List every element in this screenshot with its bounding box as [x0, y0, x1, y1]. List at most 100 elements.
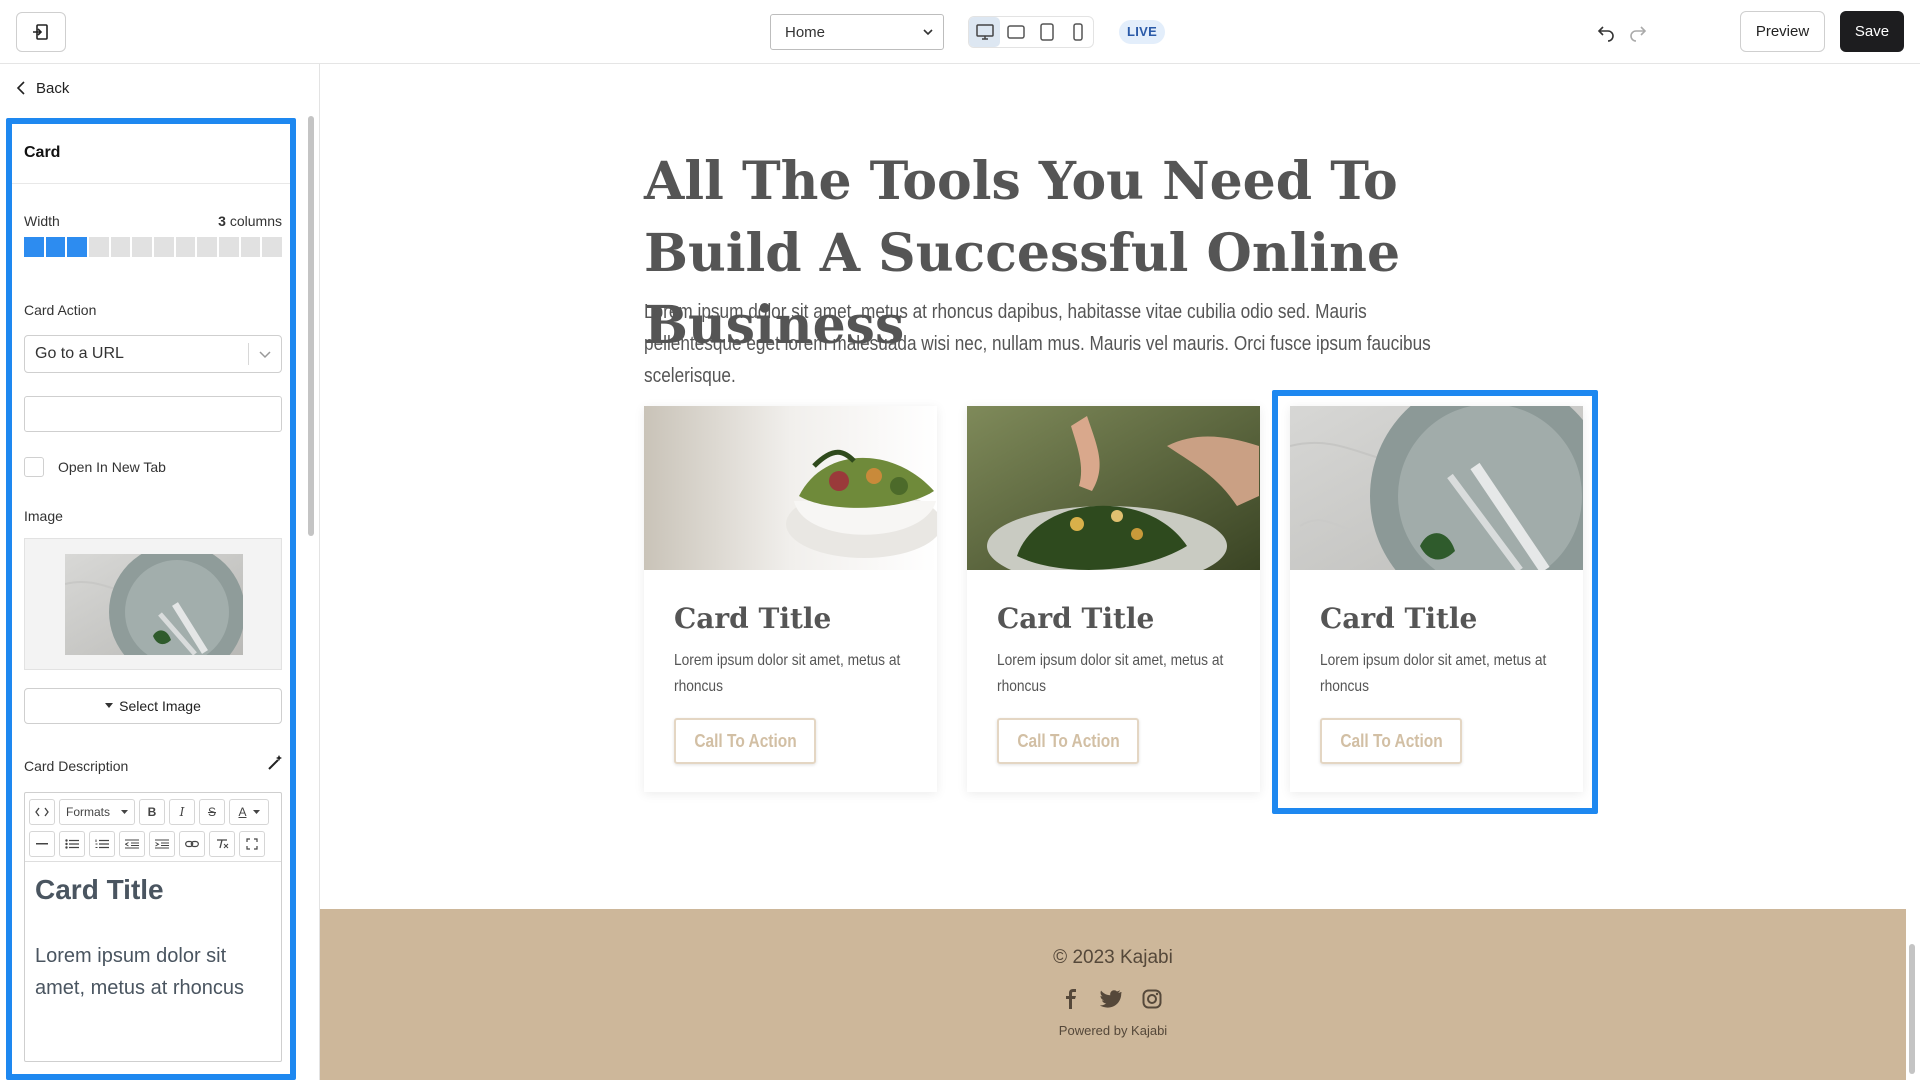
mobile-view-button[interactable]	[1062, 17, 1093, 47]
canvas-scrollbar[interactable]	[1906, 64, 1920, 1080]
italic-icon: I	[179, 805, 185, 819]
image-label: Image	[24, 508, 63, 524]
hero-subtitle[interactable]: Lorem ipsum dolor sit amet, metus at rho…	[644, 296, 1452, 392]
fullscreen-icon	[246, 838, 258, 850]
settings-sidebar: Back Card Width 3 columns Card Action Go…	[0, 64, 320, 1080]
top-bar: Home LIVE Preview Save	[0, 0, 1920, 64]
tablet-landscape-view-button[interactable]	[1000, 17, 1031, 47]
bullet-list-button[interactable]	[59, 831, 85, 857]
clear-formatting-icon	[217, 839, 229, 849]
card-cta-label: Call To Action	[693, 730, 797, 751]
text-color-button[interactable]: A	[229, 799, 269, 825]
width-column-cell[interactable]	[262, 237, 283, 257]
caret-down-icon	[121, 809, 128, 814]
fullscreen-button[interactable]	[239, 831, 265, 857]
preview-button[interactable]: Preview	[1740, 11, 1825, 52]
canvas-scrollbar-thumb[interactable]	[1909, 944, 1915, 1074]
footer-powered-by[interactable]: Powered by Kajabi	[320, 1023, 1906, 1038]
width-column-cell[interactable]	[219, 237, 239, 257]
source-code-button[interactable]	[29, 799, 55, 825]
page-select[interactable]: Home	[770, 14, 944, 50]
width-column-cell[interactable]	[89, 237, 109, 257]
device-switcher	[968, 16, 1094, 48]
open-in-new-tab-checkbox[interactable]	[24, 457, 44, 477]
redo-icon	[1630, 26, 1647, 42]
twitter-icon[interactable]	[1100, 989, 1122, 1009]
bold-button[interactable]: B	[139, 799, 165, 825]
desktop-view-button[interactable]	[969, 17, 1000, 47]
page-preview-canvas: All The Tools You Need To Build A Succes…	[320, 64, 1906, 1080]
width-column-cell[interactable]	[67, 237, 88, 257]
card-description-label: Card Description	[24, 758, 129, 774]
url-input[interactable]	[24, 396, 282, 432]
width-value-number: 3	[218, 213, 226, 229]
desktop-icon	[975, 24, 994, 40]
width-column-cell[interactable]	[24, 237, 44, 257]
code-icon	[35, 807, 49, 817]
tablet-landscape-icon	[1006, 25, 1025, 39]
tablet-portrait-view-button[interactable]	[1031, 17, 1062, 47]
text-color-icon: A	[238, 805, 247, 819]
link-button[interactable]	[179, 831, 205, 857]
formats-label: Formats	[66, 805, 111, 819]
caret-down-icon	[105, 703, 114, 708]
width-label: Width	[24, 213, 60, 229]
exit-icon	[33, 24, 48, 40]
card-cta-button[interactable]: Call To Action	[674, 718, 816, 764]
editor-toolbar-row-2	[29, 831, 265, 857]
width-column-cell[interactable]	[154, 237, 174, 257]
exit-editor-button[interactable]	[16, 12, 66, 52]
width-value: 3 columns	[218, 213, 282, 229]
image-thumbnail	[65, 554, 243, 655]
chevron-left-icon	[16, 81, 25, 95]
facebook-icon[interactable]	[1062, 989, 1080, 1009]
panel-title: Card	[12, 124, 290, 184]
undo-button[interactable]	[1596, 22, 1616, 42]
redo-button[interactable]	[1628, 22, 1648, 42]
clear-formatting-button[interactable]	[209, 831, 235, 857]
selected-card-outline	[1272, 390, 1598, 814]
width-column-cell[interactable]	[175, 237, 196, 257]
mobile-icon	[1072, 23, 1083, 41]
strikethrough-icon: S	[207, 805, 216, 819]
editor-content[interactable]: Card Title Lorem ipsum dolor sit amet, m…	[25, 861, 281, 1061]
save-button[interactable]: Save	[1840, 11, 1904, 52]
link-icon	[185, 840, 199, 848]
instagram-icon[interactable]	[1142, 989, 1162, 1009]
card-action-select[interactable]: Go to a URL	[24, 335, 282, 373]
italic-button[interactable]: I	[169, 799, 195, 825]
width-column-cell[interactable]	[197, 237, 218, 257]
formats-dropdown[interactable]: Formats	[59, 799, 135, 825]
card-image-salad	[644, 406, 937, 570]
card-cta-label: Call To Action	[1016, 730, 1120, 751]
live-status-badge: LIVE	[1119, 20, 1166, 44]
width-column-cell[interactable]	[110, 237, 131, 257]
width-column-cell[interactable]	[132, 237, 153, 257]
card-2[interactable]: Card Title Lorem ipsum dolor sit amet, m…	[967, 406, 1260, 792]
strikethrough-button[interactable]: S	[199, 799, 225, 825]
horizontal-rule-button[interactable]	[29, 831, 55, 857]
card-title: Card Title	[674, 602, 832, 635]
outdent-button[interactable]	[119, 831, 145, 857]
width-column-cell[interactable]	[45, 237, 66, 257]
select-image-button[interactable]: Select Image	[24, 688, 282, 724]
card-1[interactable]: Card Title Lorem ipsum dolor sit amet, m…	[644, 406, 937, 792]
magic-wand-icon[interactable]	[266, 754, 284, 772]
width-column-cell[interactable]	[240, 237, 261, 257]
outdent-icon	[125, 839, 139, 849]
width-column-selector[interactable]	[24, 237, 283, 257]
numbered-list-button[interactable]	[89, 831, 115, 857]
editor-card-title: Card Title	[35, 874, 164, 905]
chevron-down-icon	[259, 351, 271, 359]
select-separator	[248, 343, 249, 365]
page-select-value: Home	[785, 23, 826, 41]
tablet-portrait-icon	[1039, 23, 1054, 41]
page-footer[interactable]: © 2023 Kajabi Powered by Kajabi	[320, 909, 1906, 1080]
indent-button[interactable]	[149, 831, 175, 857]
image-preview	[24, 538, 282, 670]
card-image-hands-plate	[967, 406, 1260, 570]
back-link[interactable]: Back	[16, 76, 69, 100]
description-rich-text-editor[interactable]: Formats B I S A Card Title Lorem ipsum d…	[24, 792, 282, 1062]
card-cta-button[interactable]: Call To Action	[997, 718, 1139, 764]
sidebar-scrollbar[interactable]	[308, 116, 314, 536]
